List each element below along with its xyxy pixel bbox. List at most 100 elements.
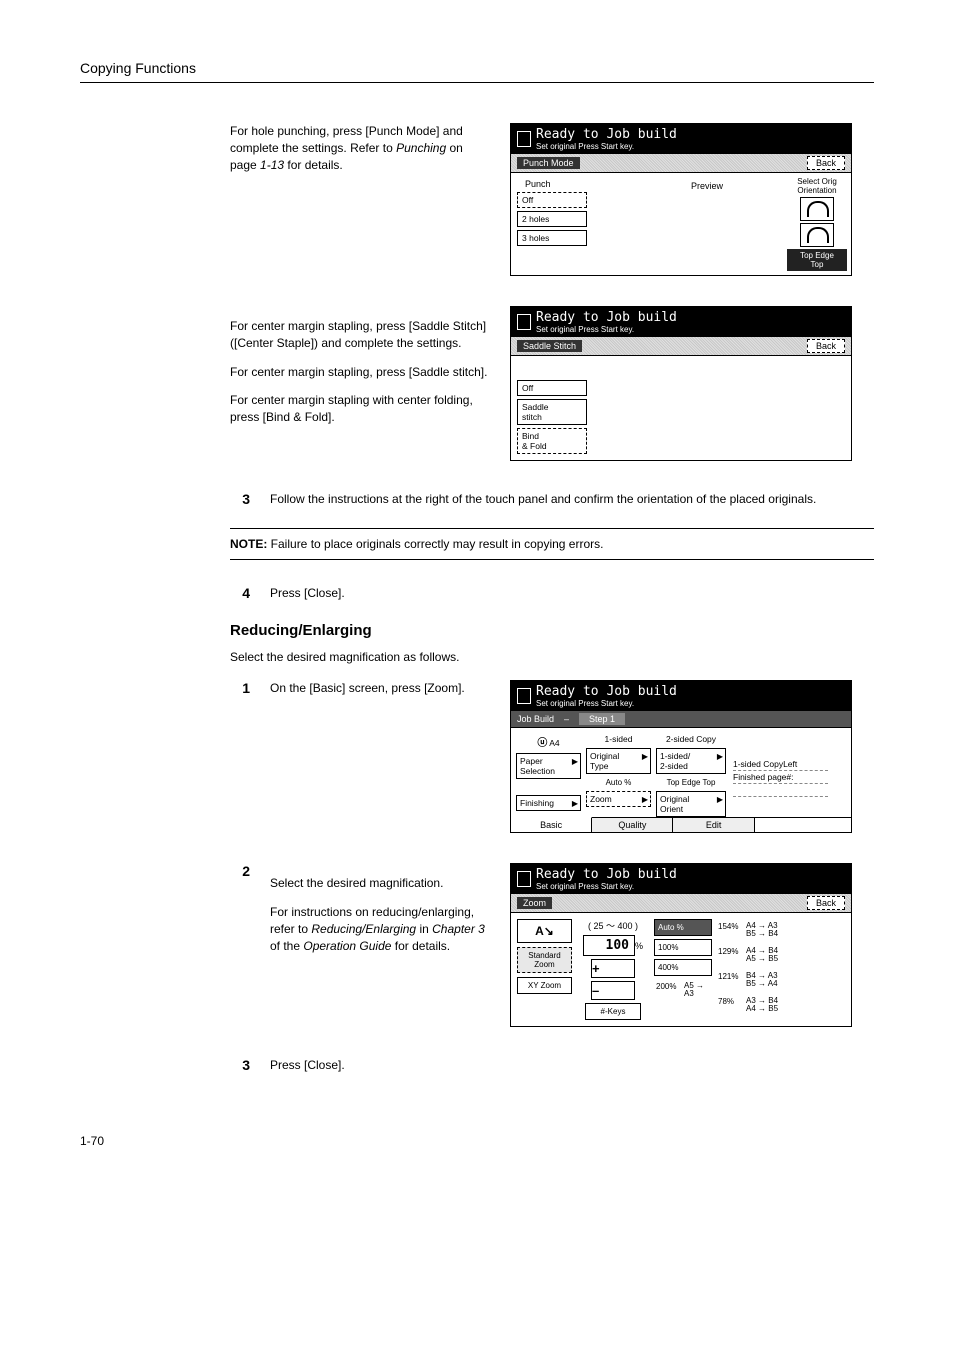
saddle-paragraph-1: For center margin stapling, press [Saddl… bbox=[230, 318, 490, 352]
zoom-button[interactable]: Zoom ▶ bbox=[586, 791, 651, 807]
copy-mode-value: 2-sided Copy bbox=[656, 733, 726, 745]
option-saddle-stitch[interactable]: Saddle stitch bbox=[517, 399, 587, 425]
document-icon bbox=[517, 688, 531, 704]
back-button[interactable]: Back bbox=[807, 896, 845, 910]
tab-edit[interactable]: Edit bbox=[673, 818, 754, 832]
ref: Chapter 3 bbox=[432, 922, 485, 936]
pct-label: 121% bbox=[718, 972, 746, 988]
option-3-holes[interactable]: 3 holes bbox=[517, 230, 587, 246]
preset-100-button[interactable]: 100% bbox=[654, 939, 712, 956]
pct-label: 200% bbox=[656, 982, 684, 998]
text: of the bbox=[270, 939, 303, 953]
screen-sub-bar: Punch Mode Back bbox=[511, 153, 851, 173]
zoom-plus-button[interactable]: + bbox=[591, 959, 635, 978]
preset-154-row[interactable]: 154%A4 → A3 B5 → B4 bbox=[716, 919, 845, 941]
step-number-3: 3 bbox=[210, 491, 270, 507]
option-2-holes[interactable]: 2 holes bbox=[517, 211, 587, 227]
ref: Reducing/Enlarging bbox=[311, 922, 416, 936]
mode-label: Saddle Stitch bbox=[517, 340, 582, 352]
preset-121-row[interactable]: 121%B4 → A3 B5 → A4 bbox=[716, 969, 845, 991]
option-bind-fold[interactable]: Bind & Fold bbox=[517, 428, 587, 454]
finishing-button[interactable]: Finishing ▶ bbox=[516, 795, 581, 811]
pct-label: 154% bbox=[718, 922, 746, 938]
paper-selection-button[interactable]: Paper Selection▶ bbox=[516, 753, 581, 779]
screen-header: Ready to Job build Set original Press St… bbox=[511, 124, 851, 153]
conv-label: A4 → B4 A5 → B5 bbox=[746, 947, 843, 963]
auto-percent-label: Auto % bbox=[586, 777, 651, 788]
orientation-icon[interactable] bbox=[800, 197, 834, 221]
zoom-screen: Ready to Job build Set original Press St… bbox=[510, 863, 852, 1027]
label: Original Orient bbox=[660, 794, 689, 814]
paper-size-value: A4 bbox=[549, 738, 559, 748]
label: Zoom bbox=[590, 794, 612, 804]
chevron-right-icon: ▶ bbox=[642, 795, 648, 804]
xy-zoom-button[interactable]: XY Zoom bbox=[517, 977, 572, 994]
zoom-range-label: ( 25 ～ 400 ) bbox=[588, 919, 638, 932]
orientation-box: Select Orig Orientation Top Edge Top bbox=[787, 177, 847, 271]
screen-subtitle: Set original Press Start key. bbox=[536, 142, 677, 151]
screen-sub-bar: Zoom Back bbox=[511, 893, 851, 913]
reduce-step-1-text: On the [Basic] screen, press [Zoom]. bbox=[270, 680, 510, 697]
step-number-4: 4 bbox=[210, 585, 270, 601]
step-3-text: Follow the instructions at the right of … bbox=[270, 491, 874, 508]
preset-400-button[interactable]: 400% bbox=[654, 959, 712, 976]
standard-zoom-button[interactable]: Standard Zoom bbox=[517, 947, 572, 973]
screen-subtitle: Set original Press Start key. bbox=[536, 882, 677, 891]
top-edge-button[interactable]: Top Edge Top bbox=[787, 249, 847, 271]
orientation-icon[interactable] bbox=[800, 223, 834, 247]
screen-title: Ready to Job build bbox=[536, 684, 677, 699]
screen-title: Ready to Job build bbox=[536, 127, 677, 142]
sided-button[interactable]: 1-sided/ 2-sided▶ bbox=[656, 748, 726, 774]
back-button[interactable]: Back bbox=[807, 339, 845, 353]
chevron-right-icon: ▶ bbox=[717, 752, 723, 761]
mode-label: Zoom bbox=[517, 897, 552, 909]
pct-label: 129% bbox=[718, 947, 746, 963]
percent-symbol: % bbox=[635, 941, 643, 951]
punch-page-ref: 1-13 bbox=[260, 158, 284, 172]
screen-header: Ready to Job build Set original Press St… bbox=[511, 681, 851, 710]
header-rule bbox=[80, 82, 874, 83]
text: for details. bbox=[284, 158, 343, 172]
option-off[interactable]: Off bbox=[517, 192, 587, 208]
summary-panel: 1-sided CopyLeft Finished page#: bbox=[731, 733, 830, 817]
original-orient-button[interactable]: Original Orient▶ bbox=[656, 791, 726, 817]
preset-200-row[interactable]: 200%A5 → A3 bbox=[654, 979, 712, 1001]
zoom-minus-button[interactable]: – bbox=[591, 981, 635, 1000]
document-icon bbox=[517, 131, 531, 147]
document-icon bbox=[517, 314, 531, 330]
preset-78-row[interactable]: 78%A3 → B4 A4 → B5 bbox=[716, 994, 845, 1016]
reduce-step-number-3: 3 bbox=[210, 1057, 270, 1073]
numeric-keys-button[interactable]: #-Keys bbox=[585, 1003, 641, 1020]
summary-line: Finished page#: bbox=[733, 771, 828, 784]
tab-basic[interactable]: Basic bbox=[511, 817, 592, 832]
mode-label: Punch Mode bbox=[517, 157, 580, 169]
original-type-button[interactable]: Original Type▶ bbox=[586, 748, 651, 774]
back-button[interactable]: Back bbox=[807, 156, 845, 170]
screen-sub-bar: Saddle Stitch Back bbox=[511, 336, 851, 356]
section-heading-reducing: Reducing/Enlarging bbox=[230, 622, 874, 639]
label: Finishing bbox=[520, 798, 554, 808]
preview-label: Preview bbox=[691, 181, 723, 191]
option-off[interactable]: Off bbox=[517, 380, 587, 396]
saddle-paragraph-3: For center margin stapling with center f… bbox=[230, 392, 490, 426]
paper-size-icon: ⓤ bbox=[537, 738, 547, 749]
conv-label: B4 → A3 B5 → A4 bbox=[746, 972, 843, 988]
zoom-a-icon: A↘ bbox=[517, 919, 572, 943]
dash: – bbox=[564, 714, 569, 724]
preset-129-row[interactable]: 129%A4 → B4 A5 → B5 bbox=[716, 944, 845, 966]
screen-header: Ready to Job build Set original Press St… bbox=[511, 864, 851, 893]
job-build-screen: Ready to Job build Set original Press St… bbox=[510, 680, 852, 833]
tab-quality[interactable]: Quality bbox=[592, 818, 673, 832]
label: Original Type bbox=[590, 751, 619, 771]
chevron-right-icon: ▶ bbox=[572, 799, 578, 808]
tab-bar: Basic Quality Edit bbox=[511, 817, 851, 832]
reduce-step-2a-text: Select the desired magnification. bbox=[270, 875, 490, 892]
text: for details. bbox=[391, 939, 450, 953]
document-icon bbox=[517, 871, 531, 887]
saddle-stitch-screen: Ready to Job build Set original Press St… bbox=[510, 306, 852, 461]
screen-subtitle: Set original Press Start key. bbox=[536, 325, 677, 334]
orientation-label: Select Orig Orientation bbox=[787, 177, 847, 195]
preset-auto-button[interactable]: Auto % bbox=[654, 919, 712, 936]
page-number: 1-70 bbox=[80, 1134, 874, 1148]
screen-subtitle: Set original Press Start key. bbox=[536, 699, 677, 708]
